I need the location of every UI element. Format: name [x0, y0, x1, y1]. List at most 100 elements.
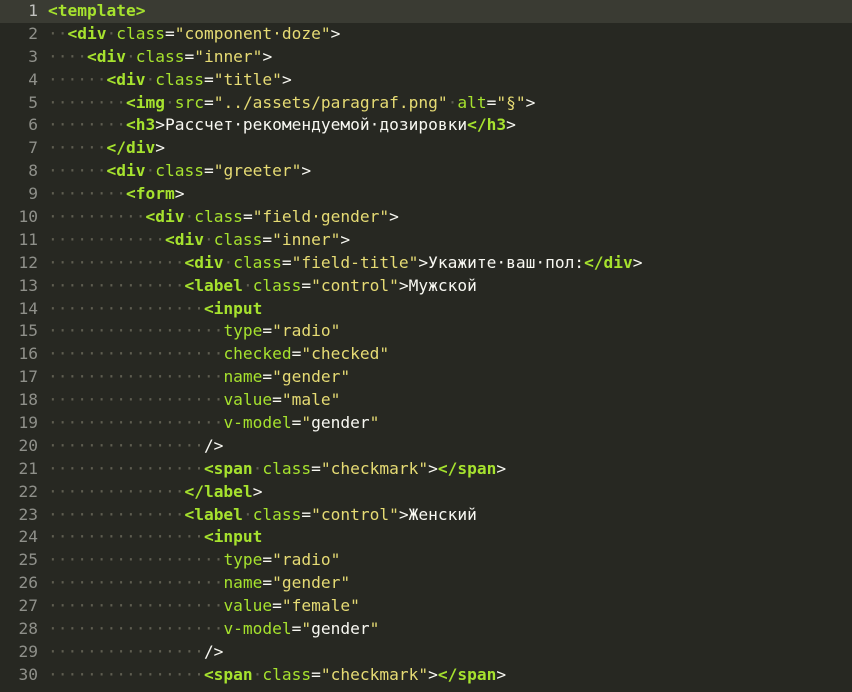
line-code[interactable]: ················<input	[38, 298, 852, 321]
line-code[interactable]: ··················checked="checked"	[38, 343, 852, 366]
line-code[interactable]: ··················v-model="gender"	[38, 412, 852, 435]
line-code[interactable]: ··················type="radio"	[38, 549, 852, 572]
line-code[interactable]: ················<input	[38, 526, 852, 549]
line-code[interactable]: ················/>	[38, 641, 852, 664]
line-code[interactable]: ··················type="radio"	[38, 320, 852, 343]
code-line[interactable]: 14 ················<input	[0, 298, 852, 321]
line-code[interactable]: ······<div·class="title">	[38, 69, 852, 92]
line-number: 9	[28, 184, 38, 204]
line-code[interactable]: ··<div·class="component·doze">	[38, 23, 852, 46]
line-code[interactable]: <template>	[38, 0, 852, 23]
code-line[interactable]: 30 ················<span·class="checkmark…	[0, 664, 852, 687]
code-token: Женский	[408, 504, 477, 524]
code-editor[interactable]: 1 <template> 2 ··<div·class="component·doze…	[0, 0, 852, 692]
code-token: ····	[48, 46, 87, 66]
line-code[interactable]: ········<h3>Рассчет·рекомендуемой·дозиро…	[38, 114, 852, 137]
code-token: "male"	[281, 390, 341, 410]
line-code[interactable]: ··············</label>	[38, 481, 852, 504]
line-code[interactable]: ··········<div·class="field·gender">	[38, 206, 852, 229]
code-token: "radio"	[272, 321, 341, 341]
line-code[interactable]: ··············<label·class="control">Жен…	[38, 504, 852, 527]
code-token: <div	[106, 161, 146, 181]
code-token: ·	[447, 92, 458, 112]
line-number: 18	[18, 390, 39, 410]
line-code[interactable]: ······<div·class="greeter">	[38, 160, 852, 183]
code-token: ··················	[48, 596, 224, 616]
code-line[interactable]: 17 ··················name="gender"	[0, 366, 852, 389]
code-line[interactable]: 10 ··········<div·class="field·gender">	[0, 206, 852, 229]
code-token: =	[262, 550, 273, 570]
line-code[interactable]: ··············<div·class="field-title">У…	[38, 252, 852, 275]
code-token: </div	[584, 252, 633, 272]
line-number: 23	[18, 504, 39, 524]
code-line[interactable]: 23 ··············<label·class="control">Ж…	[0, 504, 852, 527]
code-token: >	[496, 458, 507, 478]
code-line[interactable]: 22 ··············</label>	[0, 481, 852, 504]
code-token: </h3	[467, 115, 507, 135]
code-line[interactable]: 6 ········<h3>Рассчет·рекомендуемой·дозир…	[0, 114, 852, 137]
code-line[interactable]: 9 ········<form>	[0, 183, 852, 206]
line-code[interactable]: ················<span·class="checkmark">…	[38, 458, 852, 481]
line-code[interactable]: ··················name="gender"	[38, 572, 852, 595]
code-token: ··················	[48, 390, 224, 410]
code-line[interactable]: 8 ······<div·class="greeter">	[0, 160, 852, 183]
code-token: name	[223, 367, 263, 387]
code-token: type	[223, 321, 263, 341]
code-line[interactable]: 15 ··················type="radio"	[0, 320, 852, 343]
line-code[interactable]: ················/>	[38, 435, 852, 458]
line-code[interactable]: ······</div>	[38, 137, 852, 160]
code-token: =	[184, 46, 195, 66]
code-line[interactable]: 25 ··················type="radio"	[0, 549, 852, 572]
code-line[interactable]: 16 ··················checked="checked"	[0, 343, 852, 366]
line-number: 3	[28, 46, 38, 66]
code-token: value	[223, 596, 273, 616]
code-line[interactable]: 3 ····<div·class="inner">	[0, 46, 852, 69]
code-line[interactable]: 28 ··················v-model="gender"	[0, 618, 852, 641]
code-token: <input	[203, 527, 263, 547]
line-number: 25	[18, 550, 39, 570]
code-token: "gender"	[272, 367, 351, 387]
line-number: 13	[18, 275, 39, 295]
code-token: <div	[67, 23, 107, 43]
code-line[interactable]: 12 ··············<div·class="field-title"…	[0, 252, 852, 275]
code-token: "../assets/paragraf.png"	[213, 92, 448, 112]
code-line[interactable]: 29 ················/>	[0, 641, 852, 664]
line-code[interactable]: ····<div·class="inner">	[38, 46, 852, 69]
line-code[interactable]: ··················value="male"	[38, 389, 852, 412]
line-code[interactable]: ··················name="gender"	[38, 366, 852, 389]
code-line[interactable]: 20 ················/>	[0, 435, 852, 458]
code-line[interactable]: 21 ················<span·class="checkmark…	[0, 458, 852, 481]
code-line[interactable]: 2 ··<div·class="component·doze">	[0, 23, 852, 46]
code-line[interactable]: 26 ··················name="gender"	[0, 572, 852, 595]
line-code[interactable]: ········<form>	[38, 183, 852, 206]
code-line[interactable]: 4 ······<div·class="title">	[0, 69, 852, 92]
line-code[interactable]: ··················v-model="gender"	[38, 618, 852, 641]
code-line[interactable]: 18 ··················value="male"	[0, 389, 852, 412]
code-token: "checked"	[301, 344, 390, 364]
line-code[interactable]: ················<span·class="checkmark">…	[38, 664, 852, 687]
code-token: =	[291, 413, 302, 433]
code-token: class	[155, 69, 204, 89]
line-code[interactable]: ············<div·class="inner">	[38, 229, 852, 252]
code-token: =	[486, 92, 497, 112]
code-line[interactable]: 11 ············<div·class="inner">	[0, 229, 852, 252]
line-number: 12	[18, 252, 39, 272]
code-line[interactable]: 13 ··············<label·class="control">М…	[0, 275, 852, 298]
code-token: <div	[106, 69, 146, 89]
code-token: ··················	[48, 413, 224, 433]
code-token: ·	[242, 275, 253, 295]
line-code[interactable]: ········<img·src="../assets/paragraf.png…	[38, 92, 852, 115]
code-token: <span	[203, 458, 253, 478]
code-token: ················	[48, 664, 204, 684]
code-line[interactable]: 7 ······</div>	[0, 137, 852, 160]
code-token: ················	[48, 641, 204, 661]
code-line[interactable]: 27 ··················value="female"	[0, 595, 852, 618]
code-line[interactable]: 5 ········<img·src="../assets/paragraf.pn…	[0, 92, 852, 115]
line-code[interactable]: ··············<label·class="control">Муж…	[38, 275, 852, 298]
code-line[interactable]: 19 ··················v-model="gender"	[0, 412, 852, 435]
line-number: 1	[28, 1, 38, 20]
code-line[interactable]: 1 <template>	[0, 0, 852, 23]
code-token: </span	[437, 664, 497, 684]
code-line[interactable]: 24 ················<input	[0, 526, 852, 549]
line-code[interactable]: ··················value="female"	[38, 595, 852, 618]
